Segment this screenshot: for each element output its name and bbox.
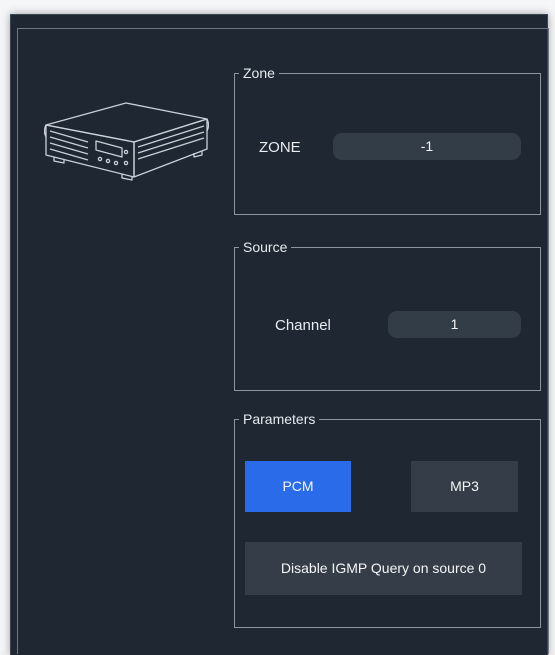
network-audio-device-icon <box>44 102 209 181</box>
parameters-group: Parameters PCM MP3 Disable IGMP Query on… <box>234 411 541 628</box>
device-settings-panel: Zone ZONE Source Channel Parameters PCM … <box>10 14 549 655</box>
disable-igmp-query-button[interactable]: Disable IGMP Query on source 0 <box>245 542 522 595</box>
zone-label: ZONE <box>259 139 301 156</box>
zone-group: Zone ZONE <box>234 65 541 215</box>
source-group-legend: Source <box>243 239 288 255</box>
source-group: Source Channel <box>234 239 541 391</box>
window-background: Zone ZONE Source Channel Parameters PCM … <box>0 0 555 655</box>
mp3-button[interactable]: MP3 <box>411 461 518 512</box>
parameters-group-legend: Parameters <box>243 411 316 427</box>
channel-input[interactable] <box>388 311 521 338</box>
pcm-button[interactable]: PCM <box>245 461 351 512</box>
zone-input[interactable] <box>333 133 521 160</box>
channel-label: Channel <box>275 317 331 334</box>
zone-group-legend: Zone <box>243 65 275 81</box>
